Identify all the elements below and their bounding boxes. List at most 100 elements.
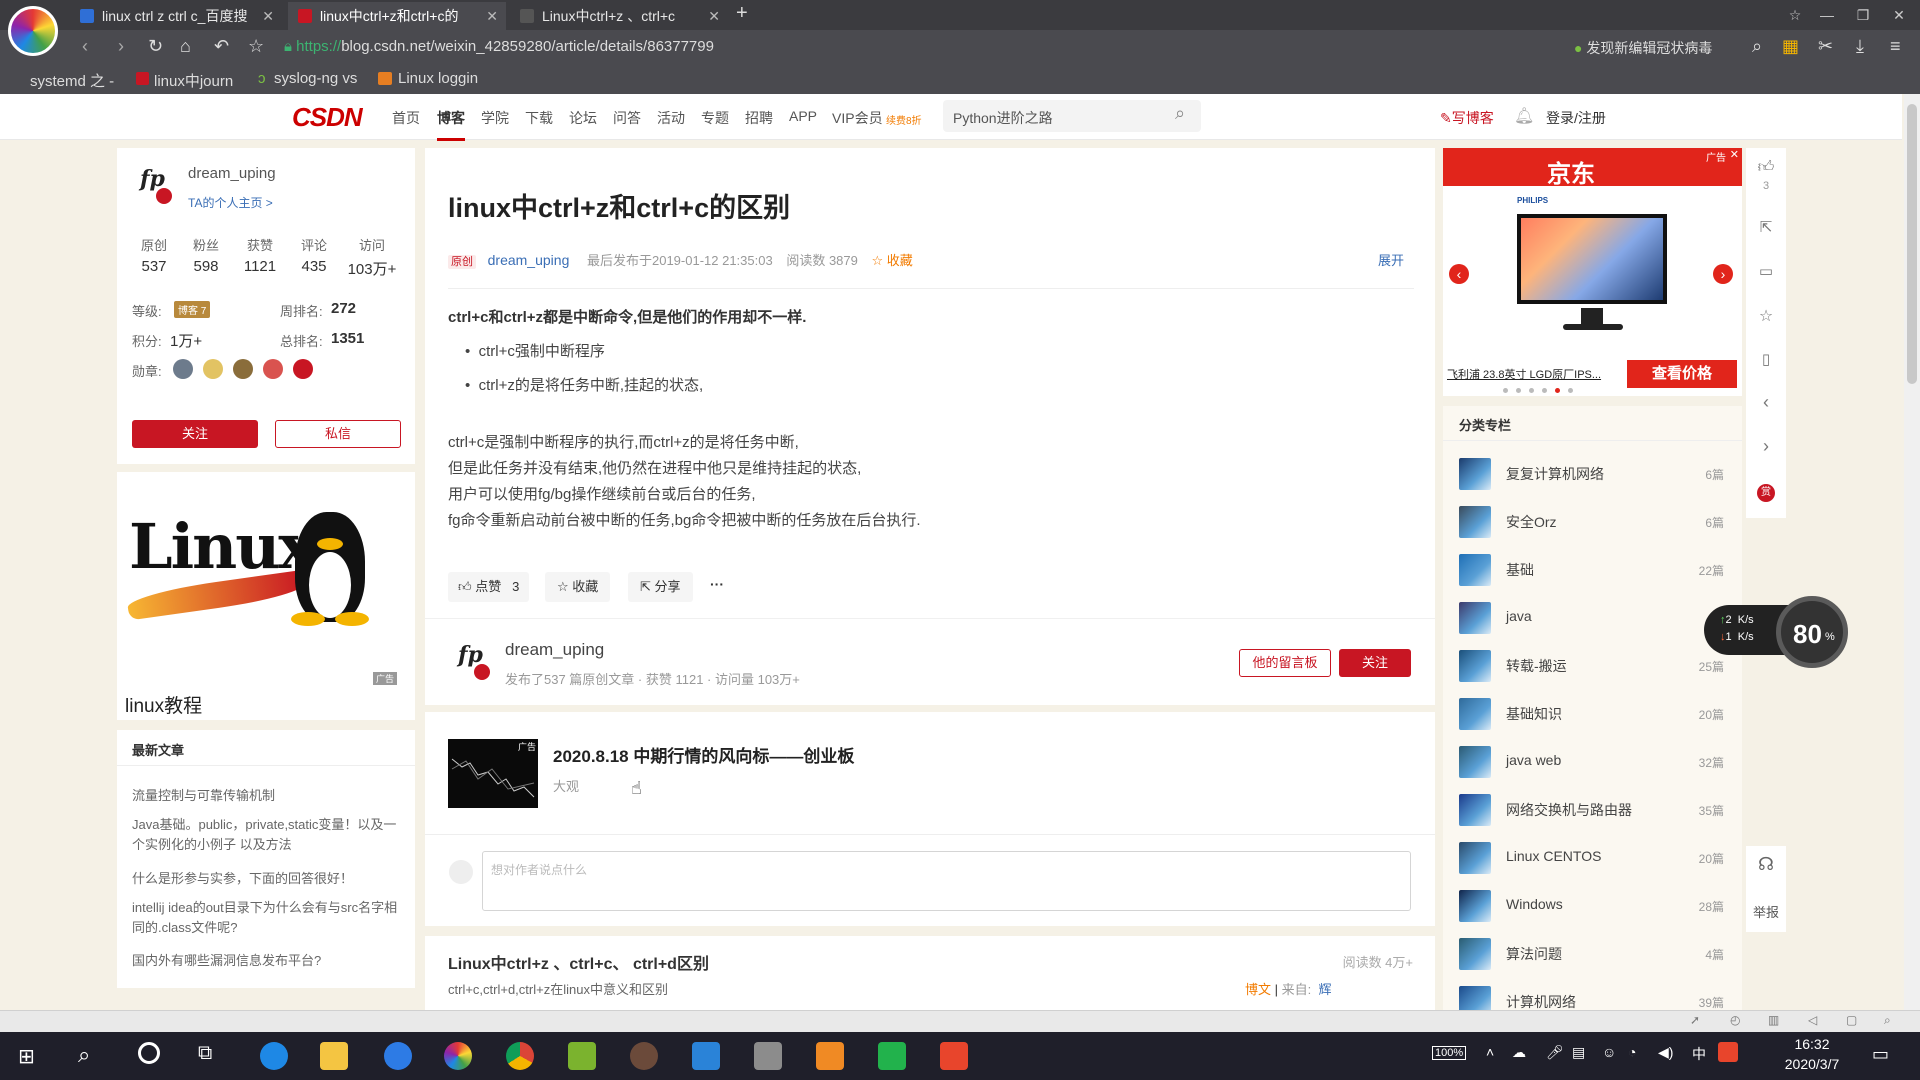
medal-icon[interactable] — [233, 359, 253, 379]
mute-icon[interactable]: ◁ — [1808, 1013, 1817, 1027]
hot-search-hint[interactable]: ● 发现新编辑冠状病毒 — [1574, 38, 1712, 58]
next-article-icon[interactable]: › — [1746, 436, 1786, 457]
trash-icon[interactable]: ▥ — [1768, 1013, 1779, 1027]
carousel-dot[interactable] — [1555, 388, 1560, 393]
nav-vip[interactable]: VIP会员 — [832, 108, 883, 128]
avatar[interactable]: fp — [140, 166, 174, 204]
360-browser-icon[interactable] — [444, 1042, 472, 1070]
carousel-dot[interactable] — [1568, 388, 1573, 393]
restore-button[interactable]: ❐ — [1850, 0, 1876, 30]
medal-icon[interactable] — [263, 359, 283, 379]
author-home-link[interactable]: TA的个人主页 > — [188, 194, 273, 211]
home-icon[interactable]: ⌂ — [180, 36, 191, 57]
download-icon[interactable]: ⤓ — [1856, 36, 1864, 57]
like-button[interactable]: 👍︎ 点赞 3 — [448, 572, 530, 602]
reward-icon[interactable]: 赏 — [1757, 484, 1775, 502]
user-icon[interactable]: ☺ — [1602, 1044, 1616, 1060]
medal-icon[interactable] — [203, 359, 223, 379]
carousel-prev-icon[interactable]: ‹ — [1449, 264, 1469, 284]
network-icon[interactable]: ▤ — [1572, 1044, 1585, 1061]
clock-date[interactable]: 2020/3/7 — [1776, 1056, 1848, 1072]
search-icon[interactable]: ⌕ — [1752, 36, 1762, 57]
nav-home[interactable]: 首页 — [392, 108, 420, 128]
start-windows-icon[interactable]: ⊞ — [18, 1044, 35, 1069]
new-tab-button[interactable]: + — [736, 2, 748, 25]
speed-dial-icon[interactable]: ◴ — [1730, 1013, 1740, 1027]
csdn-logo[interactable]: CSDN — [292, 102, 363, 133]
prev-article-icon[interactable]: ‹ — [1746, 392, 1786, 413]
battery-indicator[interactable]: 100% — [1432, 1046, 1467, 1060]
write-blog-link[interactable]: ✎写博客 — [1440, 108, 1494, 128]
carousel-next-icon[interactable]: › — [1713, 264, 1733, 284]
nav-jobs[interactable]: 招聘 — [745, 108, 773, 128]
carousel-dot[interactable] — [1503, 388, 1508, 393]
check-price-button[interactable]: 查看价格 — [1627, 360, 1737, 388]
author-name[interactable]: dream_uping — [188, 165, 276, 182]
sidebar-like-icon[interactable]: 👍︎ — [1746, 158, 1786, 177]
nav-topics[interactable]: 专题 — [701, 108, 729, 128]
search-icon[interactable]: ⌕ — [78, 1042, 90, 1068]
edge-icon[interactable] — [260, 1042, 288, 1070]
reload-icon[interactable]: ↻ — [148, 36, 163, 57]
medal-icon[interactable] — [293, 359, 313, 379]
recent-item[interactable]: Java基础。public，private,static变量！以及一个实例化的小… — [132, 815, 404, 855]
related-title[interactable]: Linux中ctrl+z 、ctrl+c、 ctrl+d区别 — [448, 950, 709, 974]
star-icon[interactable]: ☆ — [1746, 306, 1786, 326]
scrollbar-thumb[interactable] — [1907, 104, 1917, 384]
customer-service-icon[interactable]: ☊ — [1746, 854, 1786, 875]
category-item[interactable]: Linux CENTOS 20篇 — [1459, 838, 1724, 878]
category-item[interactable]: 转载-搬运 25篇 — [1459, 646, 1724, 686]
volume-icon[interactable]: ◀) — [1658, 1044, 1673, 1061]
collect-button[interactable]: ☆ 收藏 — [545, 572, 611, 602]
nav-qa[interactable]: 问答 — [613, 108, 641, 128]
category-item[interactable]: 基础 22篇 — [1459, 550, 1724, 590]
bookmark-item[interactable]: ↄ syslog-ng vs — [258, 70, 357, 87]
bookmark-item[interactable]: Linux loggin — [378, 70, 478, 87]
sogou-ime-icon[interactable] — [1718, 1042, 1738, 1062]
site-search-input[interactable]: Python进阶之路 ⌕ — [943, 100, 1201, 132]
page-scrollbar[interactable] — [1904, 94, 1920, 1010]
close-tab-icon[interactable]: ✕ — [486, 2, 498, 30]
wechat-icon[interactable] — [568, 1042, 596, 1070]
bookmark-item[interactable]: linux中journ — [136, 70, 233, 91]
login-link[interactable]: 登录/注册 — [1546, 108, 1606, 128]
category-item[interactable]: 网络交换机与路由器 35篇 — [1459, 790, 1724, 830]
memory-gauge[interactable]: 80 % — [1776, 596, 1848, 668]
footer-follow-button[interactable]: 关注 — [1339, 649, 1411, 677]
minimize-button[interactable]: — — [1814, 0, 1840, 30]
action-center-icon[interactable]: ▭ — [1872, 1044, 1889, 1065]
related-from-link[interactable]: 辉 — [1318, 982, 1331, 997]
tab-current-article[interactable]: linux中ctrl+z和ctrl+c的 ✕ — [288, 2, 506, 30]
promo-title[interactable]: 2020.8.18 中期行情的风向标——创业板 — [553, 742, 854, 767]
collect-link[interactable]: ☆ 收藏 — [872, 253, 913, 268]
medal-icon[interactable] — [173, 359, 193, 379]
notification-bell-icon[interactable]: 🔔︎ — [1514, 106, 1534, 126]
microphone-icon[interactable]: 🎤︎ — [1546, 1044, 1564, 1061]
show-hidden-icons[interactable]: ˄ — [1486, 1044, 1494, 1060]
jd-ad-carousel[interactable]: 京东 广告 ✕ PHILIPS ‹ › 飞利浦 23.8英寸 LGD原厂IPS.… — [1443, 148, 1742, 396]
recent-item[interactable]: intellij idea的out目录下为什么会有与src名字相同的.class… — [132, 898, 404, 938]
calculator-icon[interactable] — [754, 1042, 782, 1070]
tab-baidu-search[interactable]: linux ctrl z ctrl c_百度搜 ✕ — [70, 2, 282, 30]
nav-forum[interactable]: 论坛 — [569, 108, 597, 128]
address-bar[interactable]: 🔒︎ https://blog.csdn.net/weixin_42859280… — [284, 34, 1548, 60]
file-explorer-icon[interactable] — [320, 1042, 348, 1070]
message-button[interactable]: 私信 — [275, 420, 401, 448]
category-item[interactable]: java web 32篇 — [1459, 742, 1724, 782]
ad-close-icon[interactable]: ✕ — [1730, 148, 1739, 161]
bookmark-item[interactable]: systemd 之 - — [30, 70, 114, 91]
nav-download[interactable]: 下载 — [525, 108, 553, 128]
report-link[interactable]: 举报 — [1746, 902, 1786, 921]
editor-app-icon[interactable] — [878, 1042, 906, 1070]
follow-button[interactable]: 关注 — [132, 420, 258, 448]
search-icon[interactable]: ⌕ — [1175, 103, 1185, 124]
csdn-app-icon[interactable] — [940, 1042, 968, 1070]
more-button[interactable]: ··· — [710, 576, 724, 592]
linux-ad[interactable]: Linux linux教程 广告 — [117, 472, 415, 720]
category-item[interactable]: java13 — [1459, 598, 1724, 638]
category-item[interactable]: 复复计算机网络 6篇 — [1459, 454, 1724, 494]
clock-app-icon[interactable] — [384, 1042, 412, 1070]
share-icon[interactable]: ⇱ — [1746, 218, 1786, 236]
carousel-dot[interactable] — [1529, 388, 1534, 393]
category-item[interactable]: 安全Orz 6篇 — [1459, 502, 1724, 542]
